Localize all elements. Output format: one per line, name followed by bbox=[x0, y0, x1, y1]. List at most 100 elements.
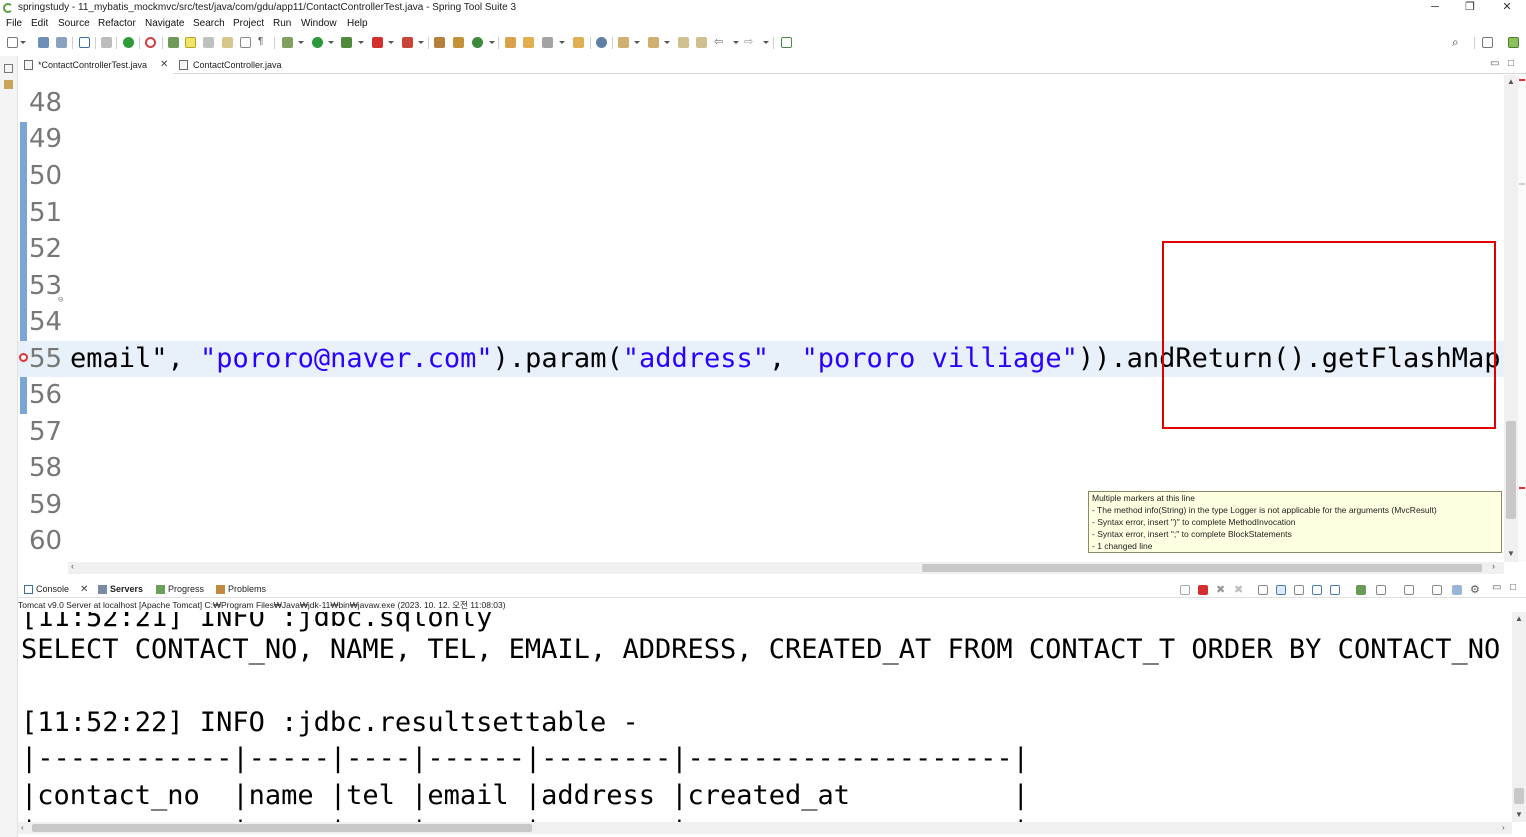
close-tab-icon[interactable]: ✕ bbox=[80, 581, 88, 598]
pilcrow-icon[interactable]: ¶ bbox=[258, 37, 269, 48]
menu-edit[interactable]: Edit bbox=[31, 16, 48, 32]
minimize-console-icon[interactable]: ▭ bbox=[1492, 582, 1501, 593]
tab-progress[interactable]: Progress bbox=[154, 581, 214, 598]
search-tool-icon[interactable] bbox=[542, 37, 553, 48]
console-vertical-scrollbar[interactable]: ▲ ▼ bbox=[1512, 612, 1526, 822]
show-stdout-icon[interactable] bbox=[1312, 585, 1322, 595]
display-console-icon[interactable] bbox=[1376, 585, 1386, 595]
restart-icon[interactable] bbox=[1180, 585, 1190, 595]
tab-console[interactable]: Console ✕ bbox=[22, 581, 92, 598]
pin-editor-icon[interactable] bbox=[781, 37, 792, 48]
terminate-icon[interactable] bbox=[1198, 585, 1208, 595]
word-wrap-icon[interactable] bbox=[222, 37, 233, 48]
scroll-down-icon[interactable]: ▼ bbox=[1507, 549, 1515, 558]
close-button[interactable]: ✕ bbox=[1492, 0, 1522, 16]
scroll-up-icon[interactable]: ▲ bbox=[1507, 77, 1515, 86]
forward-edit-icon[interactable] bbox=[696, 37, 707, 48]
menu-navigate[interactable]: Navigate bbox=[145, 16, 184, 32]
external-tools-icon[interactable] bbox=[402, 37, 413, 48]
next-annotation-icon[interactable] bbox=[618, 37, 629, 48]
back-icon[interactable]: ⇦ bbox=[714, 37, 725, 48]
console-output[interactable]: [11:52:21] INFO :jdbc.sqlonly SELECT CON… bbox=[18, 612, 1512, 822]
show-whitespace-icon[interactable] bbox=[240, 37, 251, 48]
highlight-icon[interactable] bbox=[185, 37, 196, 48]
error-overview-mark[interactable] bbox=[1519, 487, 1525, 489]
clear-console-icon[interactable] bbox=[1258, 585, 1268, 595]
spring-perspective-icon[interactable] bbox=[1508, 37, 1519, 48]
save-icon[interactable] bbox=[38, 37, 49, 48]
maximize-console-icon[interactable]: □ bbox=[1510, 582, 1516, 593]
pin-console-icon[interactable] bbox=[1356, 585, 1366, 595]
prev-annotation-icon[interactable] bbox=[648, 37, 659, 48]
spring-boot-icon[interactable] bbox=[123, 37, 134, 48]
scroll-down-icon[interactable]: ▼ bbox=[1515, 810, 1523, 819]
console-view-menu-icon[interactable] bbox=[1432, 585, 1442, 595]
editor-horizontal-scrollbar[interactable]: ‹ › bbox=[68, 561, 1504, 574]
tab-contact-controller-test[interactable]: *ContactControllerTest.java ✕ bbox=[18, 56, 173, 74]
word-wrap-icon[interactable] bbox=[1294, 585, 1304, 595]
scroll-left-icon[interactable]: ‹ bbox=[21, 823, 24, 832]
menu-search[interactable]: Search bbox=[193, 16, 225, 32]
editor-vertical-scrollbar[interactable]: ▲ ▼ bbox=[1504, 75, 1518, 562]
code-editor[interactable]: 48 49 50 51 52 53 ⊖ 54 55 email", "poror… bbox=[18, 75, 1504, 562]
scrollbar-thumb[interactable] bbox=[922, 564, 1482, 572]
coverage-icon[interactable] bbox=[341, 37, 352, 48]
settings-gear-icon[interactable]: ⚙ bbox=[1470, 585, 1480, 596]
run-icon[interactable] bbox=[312, 37, 323, 48]
debug-icon[interactable] bbox=[282, 37, 293, 48]
overview-ruler[interactable] bbox=[1518, 75, 1526, 562]
last-edit-icon[interactable] bbox=[678, 37, 689, 48]
error-marker-icon[interactable] bbox=[19, 353, 28, 362]
scrollbar-thumb[interactable] bbox=[1506, 421, 1516, 519]
skip-breakpoints-icon[interactable] bbox=[101, 37, 112, 48]
toggle-mark-icon[interactable] bbox=[168, 37, 179, 48]
refresh-icon[interactable] bbox=[145, 37, 156, 48]
open-perspective-icon[interactable] bbox=[1482, 37, 1493, 48]
error-overview-mark[interactable] bbox=[1519, 79, 1525, 81]
new-dropdown-icon[interactable] bbox=[20, 41, 26, 44]
scroll-right-icon[interactable]: › bbox=[1502, 823, 1505, 832]
new-package-icon[interactable] bbox=[453, 37, 464, 48]
menu-window[interactable]: Window bbox=[301, 16, 337, 32]
scroll-right-icon[interactable]: › bbox=[1492, 561, 1495, 571]
scroll-left-icon[interactable]: ‹ bbox=[71, 561, 74, 571]
minimize-button[interactable]: ─ bbox=[1420, 0, 1450, 16]
menu-file[interactable]: File bbox=[6, 16, 22, 32]
tab-contact-controller[interactable]: ContactController.java bbox=[173, 56, 313, 74]
tab-problems[interactable]: Problems bbox=[214, 581, 274, 598]
new-java-project-icon[interactable] bbox=[434, 37, 445, 48]
console-horizontal-scrollbar[interactable]: ‹ › bbox=[18, 822, 1512, 834]
maximize-editor-icon[interactable]: □ bbox=[1508, 58, 1514, 69]
menu-project[interactable]: Project bbox=[233, 16, 264, 32]
scrollbar-thumb[interactable] bbox=[1514, 788, 1524, 804]
open-console-icon[interactable] bbox=[1404, 585, 1414, 595]
menu-source[interactable]: Source bbox=[58, 16, 90, 32]
restore-view-icon[interactable] bbox=[4, 64, 13, 73]
new-icon[interactable] bbox=[7, 37, 18, 48]
remove-all-icon[interactable]: ✖ bbox=[1234, 585, 1244, 596]
stop-icon[interactable] bbox=[372, 37, 383, 48]
link-icon[interactable] bbox=[1452, 585, 1462, 595]
overview-mark[interactable] bbox=[1519, 183, 1525, 185]
package-explorer-icon[interactable] bbox=[4, 80, 13, 89]
open-task-icon[interactable] bbox=[523, 37, 534, 48]
forward-icon[interactable]: ⇨ bbox=[744, 37, 755, 48]
close-tab-icon[interactable]: ✕ bbox=[160, 56, 168, 74]
new-class-icon[interactable] bbox=[472, 37, 483, 48]
menu-run[interactable]: Run bbox=[273, 16, 291, 32]
open-folder-icon[interactable] bbox=[573, 37, 584, 48]
tab-servers[interactable]: Servers bbox=[96, 581, 154, 598]
scroll-up-icon[interactable]: ▲ bbox=[1515, 614, 1523, 623]
terminal-icon[interactable] bbox=[79, 37, 90, 48]
remove-launch-icon[interactable]: ✖ bbox=[1216, 585, 1226, 596]
minimize-editor-icon[interactable]: ▭ bbox=[1490, 58, 1499, 69]
save-all-icon[interactable] bbox=[56, 37, 67, 48]
scroll-lock-icon[interactable] bbox=[1276, 585, 1286, 595]
scrollbar-thumb[interactable] bbox=[32, 824, 532, 832]
globe-icon[interactable] bbox=[596, 37, 607, 48]
search-icon[interactable]: ⌕ bbox=[1452, 36, 1463, 48]
block-select-icon[interactable] bbox=[203, 37, 214, 48]
show-stderr-icon[interactable] bbox=[1330, 585, 1340, 595]
open-type-icon[interactable] bbox=[505, 37, 516, 48]
restore-button[interactable]: ❐ bbox=[1455, 0, 1485, 16]
